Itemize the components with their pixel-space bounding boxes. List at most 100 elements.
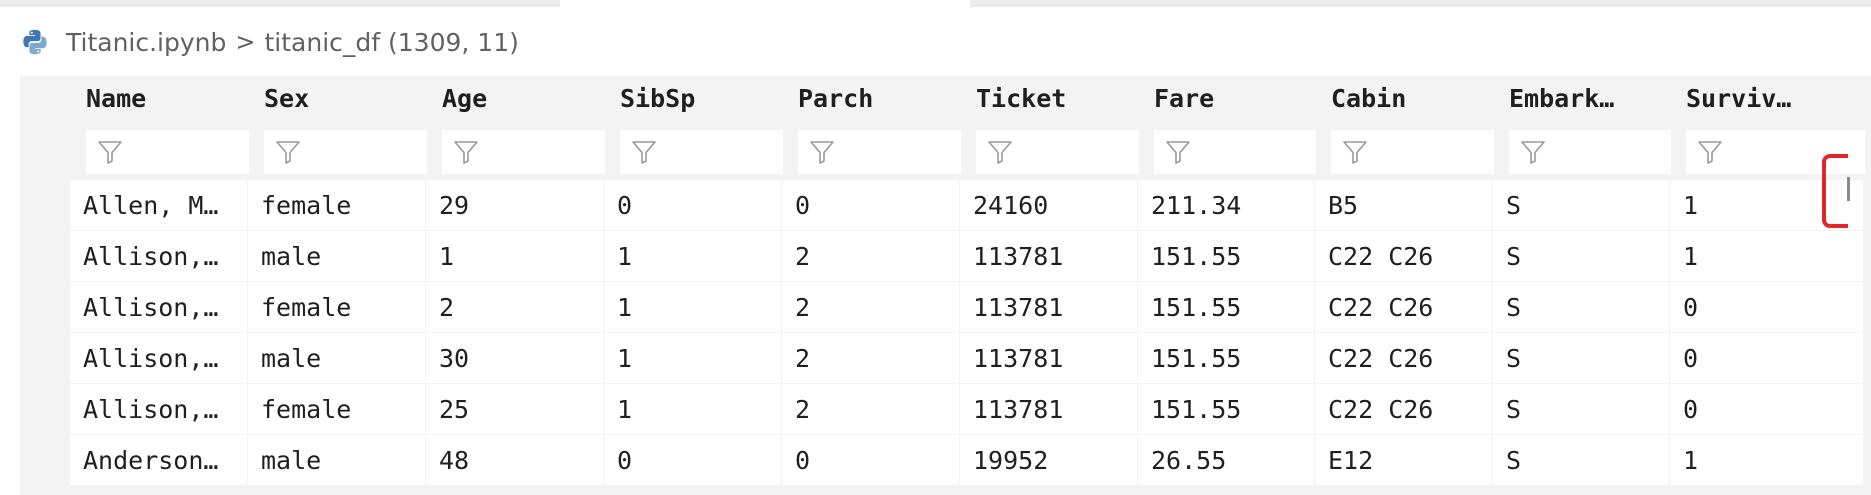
column-filter-input[interactable] bbox=[264, 130, 427, 174]
table-cell[interactable]: 211.34 bbox=[1138, 180, 1314, 230]
table-cell[interactable]: 1 bbox=[1670, 435, 1863, 485]
column-header[interactable]: Age bbox=[436, 76, 611, 176]
filter-funnel-icon bbox=[454, 141, 478, 164]
table-cell[interactable]: 151.55 bbox=[1138, 333, 1314, 383]
table-cell[interactable]: S bbox=[1493, 231, 1669, 281]
table-cell[interactable]: male bbox=[248, 333, 425, 383]
breadcrumb-variable[interactable]: titanic_df (1309, 11) bbox=[265, 28, 519, 57]
column-header-label: Embark… bbox=[1509, 84, 1615, 113]
table-cell[interactable]: 26.55 bbox=[1138, 435, 1314, 485]
table-cell[interactable]: S bbox=[1493, 333, 1669, 383]
table-row[interactable]: Allen, M… female 29 0 0 24160 211.34 B5 S 1 bbox=[20, 180, 1871, 231]
table-cell[interactable]: 151.55 bbox=[1138, 231, 1314, 281]
cell-value: Allen, M… bbox=[83, 191, 219, 220]
column-header[interactable]: Fare bbox=[1148, 76, 1322, 176]
column-filter-input[interactable] bbox=[798, 130, 961, 174]
table-cell[interactable]: 0 bbox=[782, 435, 959, 485]
cell-value: 1 bbox=[1683, 242, 1699, 271]
table-cell[interactable]: Allison,… bbox=[70, 282, 247, 332]
table-cell[interactable]: 1 bbox=[604, 282, 781, 332]
cell-value: S bbox=[1506, 191, 1522, 220]
column-header[interactable]: Embark… bbox=[1503, 76, 1677, 176]
cell-value: S bbox=[1506, 344, 1522, 373]
table-cell[interactable]: 29 bbox=[426, 180, 603, 230]
table-cell[interactable]: 113781 bbox=[960, 231, 1137, 281]
column-header[interactable]: Sex bbox=[258, 76, 433, 176]
table-cell[interactable]: 0 bbox=[604, 180, 781, 230]
cell-value: C22 C26 bbox=[1328, 242, 1434, 271]
table-cell[interactable]: 113781 bbox=[960, 282, 1137, 332]
table-row[interactable]: Allison,… male 1 1 2 113781 151.55 C22 C26 S 1 bbox=[20, 231, 1871, 282]
table-cell[interactable]: C22 C26 bbox=[1315, 282, 1492, 332]
table-cell[interactable]: Anderson… bbox=[70, 435, 247, 485]
column-header[interactable]: Name bbox=[80, 76, 255, 176]
table-cell[interactable]: female bbox=[248, 384, 425, 434]
table-row[interactable]: Anderson… male 48 0 0 19952 26.55 E12 S 1 bbox=[20, 435, 1871, 486]
table-cell[interactable]: 24160 bbox=[960, 180, 1137, 230]
column-header[interactable]: SibSp bbox=[614, 76, 789, 176]
table-cell[interactable]: 19952 bbox=[960, 435, 1137, 485]
table-cell[interactable]: 151.55 bbox=[1138, 384, 1314, 434]
table-cell[interactable]: 2 bbox=[782, 231, 959, 281]
column-filter-input[interactable] bbox=[976, 130, 1139, 174]
table-cell[interactable]: Allison,… bbox=[70, 384, 247, 434]
table-cell[interactable]: 48 bbox=[426, 435, 603, 485]
cell-value: 1 bbox=[617, 293, 633, 322]
table-cell[interactable]: female bbox=[248, 282, 425, 332]
column-header[interactable]: Parch bbox=[792, 76, 967, 176]
table-cell[interactable]: 2 bbox=[426, 282, 603, 332]
table-cell[interactable]: 25 bbox=[426, 384, 603, 434]
table-cell[interactable]: B5 bbox=[1315, 180, 1492, 230]
table-cell[interactable]: male bbox=[248, 231, 425, 281]
column-filter-input[interactable] bbox=[1331, 130, 1494, 174]
column-filter-input[interactable] bbox=[86, 130, 249, 174]
cell-value: C22 C26 bbox=[1328, 395, 1434, 424]
vertical-scrollbar[interactable] bbox=[1847, 177, 1850, 201]
cell-value: 1 bbox=[1683, 191, 1699, 220]
table-cell[interactable]: 1 bbox=[426, 231, 603, 281]
table-cell[interactable]: 113781 bbox=[960, 384, 1137, 434]
table-cell[interactable]: female bbox=[248, 180, 425, 230]
table-cell[interactable]: C22 C26 bbox=[1315, 333, 1492, 383]
table-cell[interactable]: S bbox=[1493, 180, 1669, 230]
table-cell[interactable]: 1 bbox=[1670, 231, 1863, 281]
table-cell[interactable]: 1 bbox=[604, 333, 781, 383]
column-filter-input[interactable] bbox=[1509, 130, 1671, 174]
table-row[interactable]: Allison,… male 30 1 2 113781 151.55 C22 C26 S 0 bbox=[20, 333, 1871, 384]
table-row[interactable]: Allison,… female 25 1 2 113781 151.55 C22 C26 S 0 bbox=[20, 384, 1871, 435]
column-header-label: Surviv… bbox=[1686, 84, 1792, 113]
cell-value: male bbox=[261, 344, 322, 373]
cell-value: 24160 bbox=[973, 191, 1049, 220]
table-row[interactable]: Allison,… female 2 1 2 113781 151.55 C22 C26 S 0 bbox=[20, 282, 1871, 333]
table-cell[interactable]: 2 bbox=[782, 384, 959, 434]
table-cell[interactable]: 0 bbox=[1670, 333, 1863, 383]
column-header[interactable]: Cabin bbox=[1325, 76, 1500, 176]
cell-value: Allison,… bbox=[83, 395, 219, 424]
table-cell[interactable]: 2 bbox=[782, 333, 959, 383]
table-cell[interactable]: male bbox=[248, 435, 425, 485]
column-header[interactable]: Ticket bbox=[970, 76, 1145, 176]
table-cell[interactable]: E12 bbox=[1315, 435, 1492, 485]
table-cell[interactable]: S bbox=[1493, 282, 1669, 332]
table-cell[interactable]: Allison,… bbox=[70, 333, 247, 383]
table-cell[interactable]: C22 C26 bbox=[1315, 231, 1492, 281]
breadcrumb-file[interactable]: Titanic.ipynb bbox=[66, 28, 226, 57]
table-cell[interactable]: 113781 bbox=[960, 333, 1137, 383]
table-cell[interactable]: C22 C26 bbox=[1315, 384, 1492, 434]
table-cell[interactable]: 1 bbox=[604, 384, 781, 434]
column-filter-input[interactable] bbox=[620, 130, 783, 174]
table-cell[interactable]: S bbox=[1493, 435, 1669, 485]
table-cell[interactable]: 0 bbox=[782, 180, 959, 230]
table-cell[interactable]: 1 bbox=[604, 231, 781, 281]
column-filter-input[interactable] bbox=[442, 130, 605, 174]
table-cell[interactable]: Allen, M… bbox=[70, 180, 247, 230]
table-cell[interactable]: 30 bbox=[426, 333, 603, 383]
table-cell[interactable]: 151.55 bbox=[1138, 282, 1314, 332]
column-filter-input[interactable] bbox=[1154, 130, 1316, 174]
table-cell[interactable]: 0 bbox=[604, 435, 781, 485]
table-cell[interactable]: S bbox=[1493, 384, 1669, 434]
table-cell[interactable]: 0 bbox=[1670, 282, 1863, 332]
table-cell[interactable]: Allison,… bbox=[70, 231, 247, 281]
table-cell[interactable]: 0 bbox=[1670, 384, 1863, 434]
table-cell[interactable]: 2 bbox=[782, 282, 959, 332]
